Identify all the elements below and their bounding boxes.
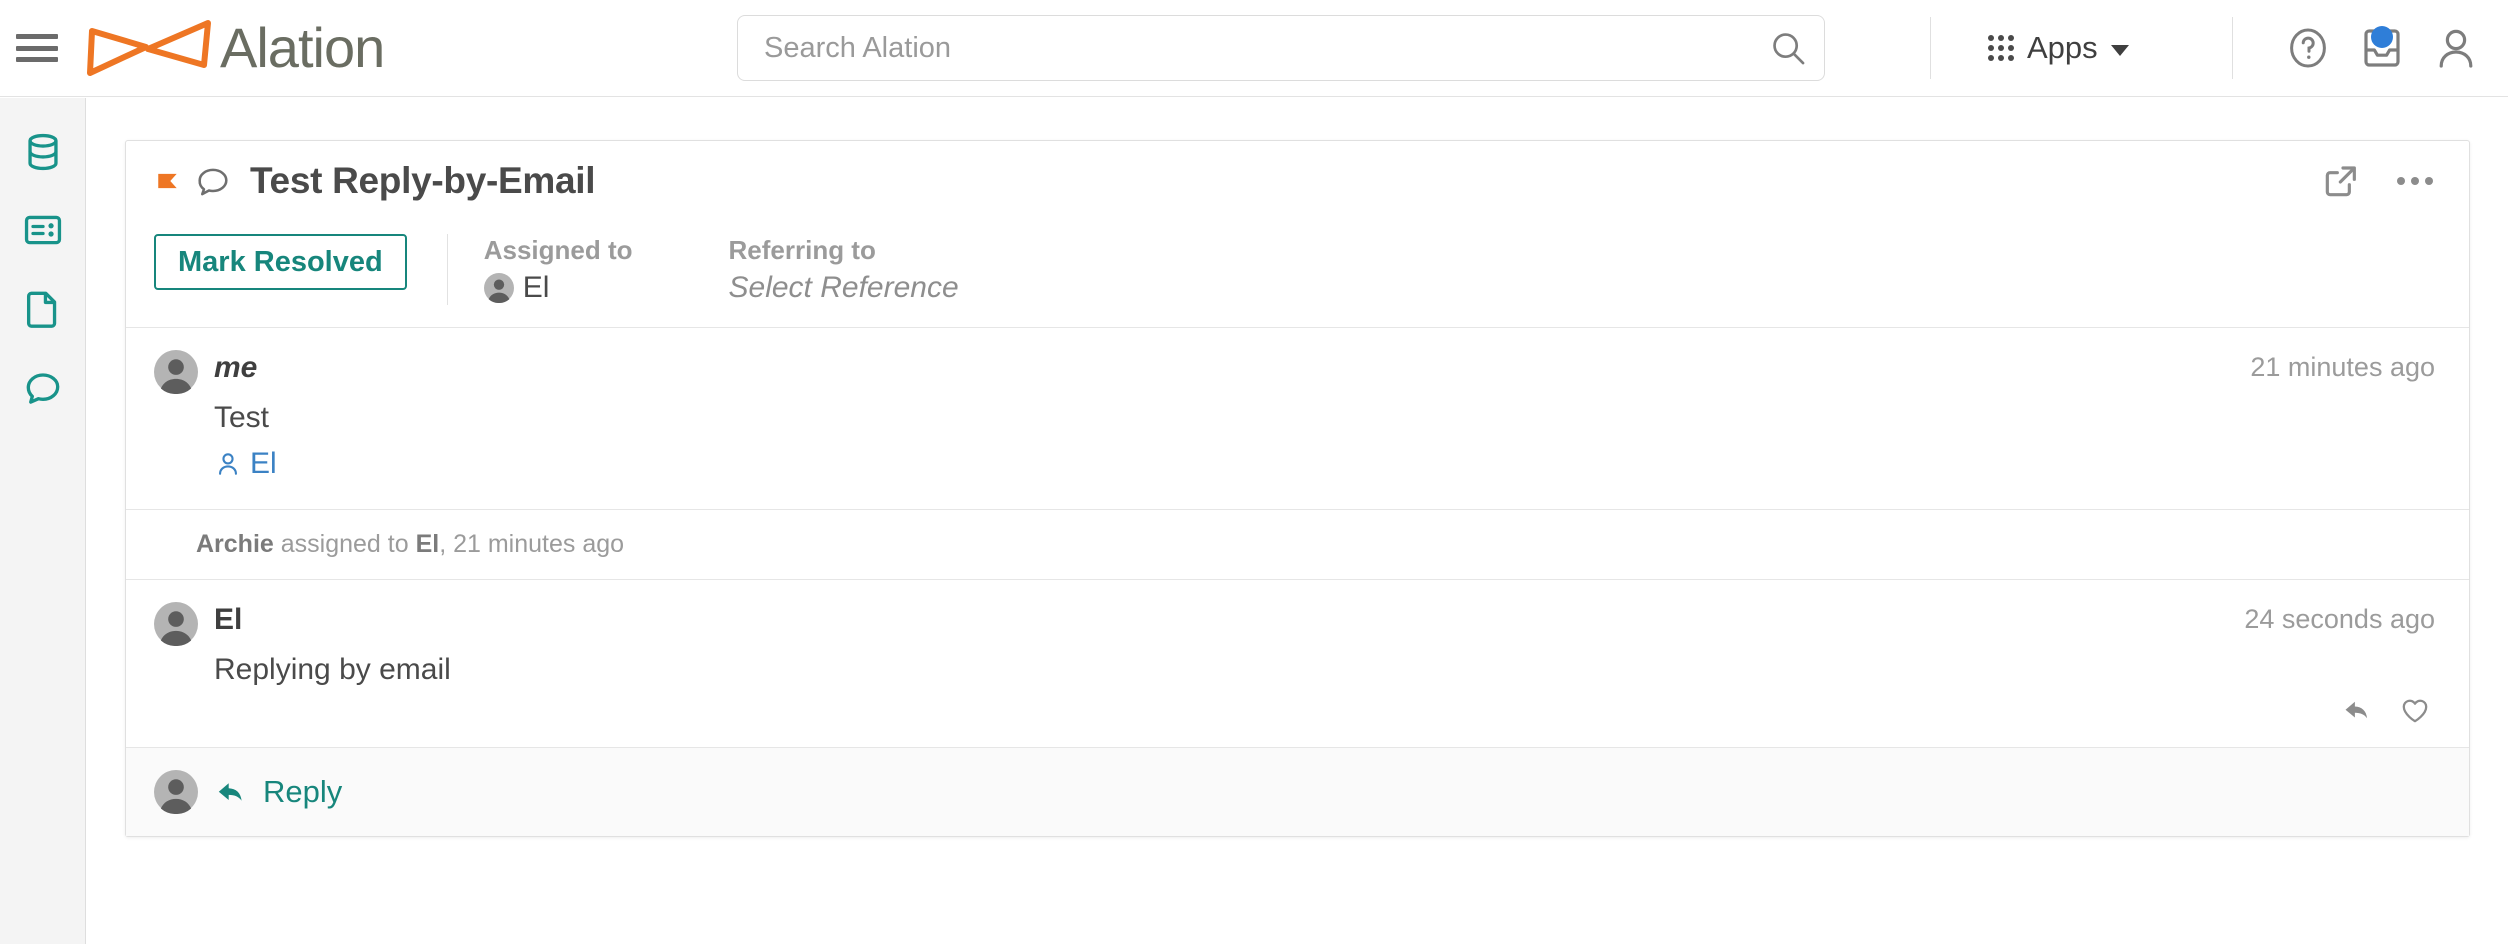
actions-divider xyxy=(446,234,448,305)
reply-footer: Reply xyxy=(126,746,2469,836)
sidebar-item-articles[interactable] xyxy=(17,204,69,256)
notification-badge xyxy=(2371,26,2393,48)
referring-to-label: Referring to xyxy=(728,235,876,265)
message-text: Test xyxy=(214,400,270,434)
search-icon[interactable] xyxy=(1752,16,1824,80)
hamburger-bar xyxy=(16,57,58,62)
avatar-icon xyxy=(154,769,198,814)
sidebar-item-documents[interactable] xyxy=(17,282,69,334)
hamburger-bar xyxy=(16,34,58,39)
alation-bowtie-logo xyxy=(87,20,211,76)
user-account-icon[interactable] xyxy=(2432,24,2480,72)
header-icon-group xyxy=(2284,24,2480,72)
conversation-bubble-icon xyxy=(26,373,59,404)
referring-to-field: Referring to Select Reference xyxy=(729,234,959,305)
conversation-card: Test Reply-by-Email Mark Resolved Assign… xyxy=(125,140,2470,837)
message-text: Replying by email xyxy=(214,653,451,686)
assigned-to-value: El xyxy=(522,270,550,304)
reply-arrow-icon[interactable] xyxy=(2337,689,2379,731)
search-box[interactable] xyxy=(737,15,1825,81)
referring-to-value[interactable]: Select Reference xyxy=(729,271,959,305)
reply-button-label: Reply xyxy=(263,773,343,809)
apps-menu-button[interactable]: Apps xyxy=(1988,30,2129,66)
message-author: El xyxy=(214,603,243,636)
message-timestamp: 24 seconds ago xyxy=(2244,604,2435,634)
apps-grid-icon xyxy=(1988,35,2014,61)
activity-target: El xyxy=(415,530,440,558)
activity-time: , 21 minutes ago xyxy=(439,530,625,558)
search-icon-glyph xyxy=(1773,33,1805,65)
mark-resolved-button[interactable]: Mark Resolved xyxy=(154,234,407,291)
avatar-icon xyxy=(483,272,514,303)
user-account-icon-glyph xyxy=(2439,29,2473,68)
activity-actor: Archie xyxy=(196,530,274,558)
message-timestamp: 21 minutes ago xyxy=(2250,351,2435,382)
inbox-icon[interactable] xyxy=(2358,24,2406,72)
user-mention-label: El xyxy=(250,447,277,480)
message-item: El Replying by email 24 seconds ago xyxy=(126,580,2469,747)
external-link-icon-glyph xyxy=(2325,165,2356,196)
toolbar-divider xyxy=(1930,17,1931,79)
more-options-icon-glyph xyxy=(2397,176,2433,185)
hamburger-bar xyxy=(16,45,58,51)
avatar-icon[interactable] xyxy=(154,602,198,646)
activity-verb: assigned to xyxy=(273,530,416,558)
conversation-actions: Mark Resolved Assigned to El Referring t… xyxy=(126,220,2469,327)
assigned-to-field: Assigned to El xyxy=(483,234,633,305)
message-item: me Test El 21 minutes ago xyxy=(126,328,2469,510)
person-icon xyxy=(219,453,237,475)
help-icon-glyph xyxy=(2290,28,2326,68)
chevron-down-icon xyxy=(2110,44,2129,56)
left-sidebar xyxy=(0,98,86,944)
conversation-header: Test Reply-by-Email xyxy=(126,141,2469,220)
top-bar: Alation Apps xyxy=(0,0,2508,97)
more-options-icon[interactable] xyxy=(2395,174,2435,188)
message-body: me Test El xyxy=(214,350,2435,484)
activity-log-entry: Archie assigned to El, 21 minutes ago xyxy=(126,510,2469,579)
page-title: Test Reply-by-Email xyxy=(250,159,596,201)
avatar-icon[interactable] xyxy=(154,349,198,394)
sidebar-item-sources[interactable] xyxy=(17,126,69,178)
conversation-bubble-icon xyxy=(198,168,228,195)
search-input[interactable] xyxy=(738,31,1752,65)
reply-button[interactable]: Reply xyxy=(214,774,342,810)
orange-flag-icon xyxy=(158,173,177,188)
reply-arrow-icon xyxy=(218,782,242,801)
message-author: me xyxy=(214,350,258,384)
heart-icon[interactable] xyxy=(2395,690,2435,730)
user-mention-link[interactable]: El xyxy=(214,447,277,481)
reply-arrow-icon-glyph xyxy=(2345,701,2368,718)
database-icon xyxy=(27,133,58,171)
sidebar-item-conversations[interactable] xyxy=(17,360,69,412)
message-action-group xyxy=(2337,689,2435,731)
hamburger-icon[interactable] xyxy=(16,31,58,65)
external-link-icon[interactable] xyxy=(2321,161,2361,201)
brand-logo[interactable]: Alation xyxy=(86,16,385,79)
article-card-icon xyxy=(24,215,61,245)
toolbar-divider xyxy=(2232,17,2233,79)
brand-name: Alation xyxy=(220,16,385,79)
heart-icon-glyph xyxy=(2402,699,2428,722)
main-content: Test Reply-by-Email Mark Resolved Assign… xyxy=(87,98,2508,944)
help-icon[interactable] xyxy=(2284,24,2332,72)
message-body: El Replying by email xyxy=(214,602,2435,689)
assigned-to-label: Assigned to xyxy=(483,235,633,265)
assigned-to-value-row[interactable]: El xyxy=(483,270,633,305)
document-icon xyxy=(26,291,56,328)
apps-menu-label: Apps xyxy=(2027,30,2098,65)
